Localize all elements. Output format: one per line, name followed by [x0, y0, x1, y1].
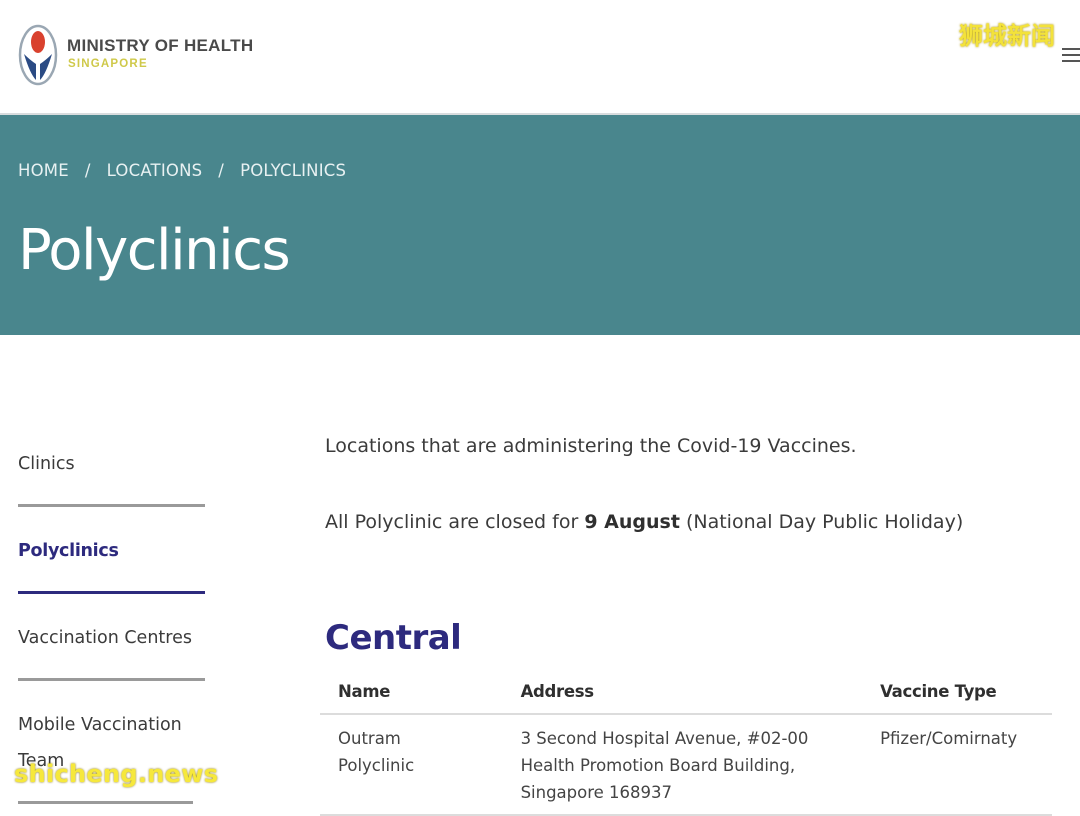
breadcrumb-locations[interactable]: LOCATIONS: [107, 161, 203, 180]
column-header-name: Name: [320, 672, 521, 715]
page-banner: HOME / LOCATIONS / POLYCLINICS Polyclinics: [0, 115, 1080, 335]
sidebar-item-clinics[interactable]: Clinics: [18, 420, 205, 507]
breadcrumb-home[interactable]: HOME: [18, 161, 69, 180]
cell-vaccine-type: Pfizer/Comirnaty: [880, 714, 1052, 816]
page-title: Polyclinics: [18, 218, 291, 283]
holiday-notice: All Polyclinic are closed for 9 August (…: [325, 511, 963, 533]
watermark-bottom: shicheng.news: [14, 760, 219, 788]
cell-name: Outram Polyclinic: [320, 714, 521, 816]
org-subtitle: SINGAPORE: [68, 58, 148, 70]
breadcrumb: HOME / LOCATIONS / POLYCLINICS: [18, 161, 346, 180]
table-row: Outram Polyclinic 3 Second Hospital Aven…: [320, 714, 1052, 816]
notice-prefix: All Polyclinic are closed for: [325, 511, 585, 533]
polyclinic-table: Name Address Vaccine Type Outram Polycli…: [320, 672, 1052, 816]
intro-text: Locations that are administering the Cov…: [325, 435, 857, 457]
org-name[interactable]: MINISTRY OF HEALTH: [67, 36, 253, 56]
table-header-row: Name Address Vaccine Type: [320, 672, 1052, 715]
notice-date: 9 August: [584, 511, 680, 533]
watermark-top: 狮城新闻: [959, 22, 1055, 50]
cell-address: 3 Second Hospital Avenue, #02-00 Health …: [520, 714, 881, 816]
breadcrumb-separator: /: [218, 161, 225, 180]
column-header-address: Address: [520, 672, 881, 715]
notice-suffix: (National Day Public Holiday): [679, 511, 964, 533]
sidebar-nav: Clinics Polyclinics Vaccination Centres …: [18, 420, 208, 804]
moh-logo-icon[interactable]: [18, 24, 58, 86]
site-header: MINISTRY OF HEALTH SINGAPORE 狮城新闻: [0, 0, 1080, 115]
hamburger-menu-icon[interactable]: [1062, 48, 1080, 62]
column-header-vaccine-type: Vaccine Type: [880, 672, 1052, 715]
breadcrumb-separator: /: [84, 161, 91, 180]
sidebar-item-vaccination-centres[interactable]: Vaccination Centres: [18, 594, 205, 681]
sidebar-item-polyclinics[interactable]: Polyclinics: [18, 507, 205, 594]
breadcrumb-polyclinics[interactable]: POLYCLINICS: [240, 161, 346, 180]
region-heading: Central: [325, 618, 462, 658]
